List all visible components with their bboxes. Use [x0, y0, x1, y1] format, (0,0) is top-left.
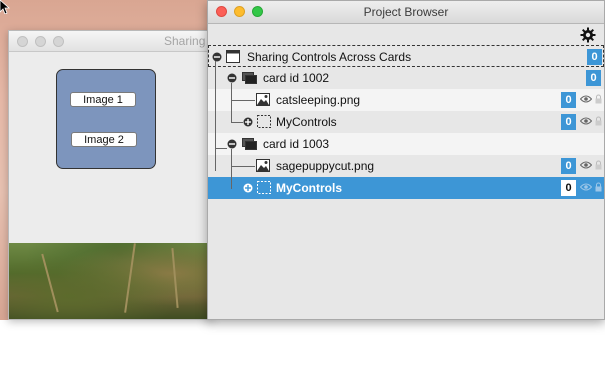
tree-connector [231, 83, 232, 123]
group-icon [257, 115, 271, 128]
child-count-badge: 0 [561, 180, 576, 196]
tree-row-mycontrols-1003[interactable]: MyControls 0 [208, 177, 604, 199]
tree-connector [231, 100, 255, 101]
group-icon [257, 181, 271, 194]
tree-row-card-1003[interactable]: card id 1003 [208, 133, 604, 155]
visibility-eye-icon[interactable] [580, 95, 592, 103]
minimize-button[interactable] [35, 36, 46, 47]
tree-connector [231, 149, 232, 189]
stack-window[interactable]: Sharing Image 1 Image 2 [8, 30, 213, 320]
project-browser-toolbar [208, 24, 604, 46]
visibility-eye-icon[interactable] [580, 161, 592, 169]
child-count-badge: 0 [586, 70, 601, 86]
lock-icon[interactable] [595, 160, 602, 170]
tree-row-label: sagepuppycut.png [276, 159, 375, 173]
tree-connector [215, 61, 216, 171]
mouse-cursor-icon [0, 0, 10, 14]
stack-window-icon [226, 50, 240, 63]
stack-window-titlebar[interactable]: Sharing [9, 31, 212, 52]
image-icon [256, 93, 270, 106]
tree-connector [215, 148, 227, 149]
tree-row-label: catsleeping.png [276, 93, 361, 107]
displayed-photo [9, 243, 212, 319]
expand-toggle-icon[interactable] [243, 117, 253, 127]
collapse-toggle-icon[interactable] [227, 73, 237, 83]
tree-row-label: Sharing Controls Across Cards [247, 50, 412, 64]
tree-row-label: card id 1003 [263, 137, 330, 151]
collapse-toggle-icon[interactable] [212, 52, 222, 62]
tree-row-label: MyControls [276, 115, 337, 129]
visibility-eye-icon[interactable] [580, 117, 592, 125]
card-stack-icon [242, 138, 257, 150]
lock-icon[interactable] [595, 94, 602, 104]
zoom-button[interactable] [53, 36, 64, 47]
gear-icon[interactable] [580, 27, 596, 43]
tree-row-mycontrols-1002[interactable]: MyControls 0 [208, 111, 604, 133]
tree-row-card-1002[interactable]: card id 1002 0 [208, 67, 604, 89]
child-count-badge: 0 [561, 158, 576, 174]
tree-connector [231, 122, 243, 123]
lock-icon[interactable] [595, 182, 602, 192]
card-stack-icon [242, 72, 257, 84]
tree-connector [231, 166, 255, 167]
collapse-toggle-icon[interactable] [227, 139, 237, 149]
child-count-badge: 0 [561, 114, 576, 130]
tree-row-sagepuppycut[interactable]: sagepuppycut.png 0 [208, 155, 604, 177]
tree-row-label: card id 1002 [263, 71, 330, 85]
project-browser-title: Project Browser [363, 5, 449, 19]
lock-icon[interactable] [595, 116, 602, 126]
visibility-eye-icon[interactable] [580, 183, 592, 191]
tree-row-label: MyControls [276, 181, 342, 195]
child-count-badge: 0 [587, 49, 602, 65]
tree-row-catsleeping[interactable]: catsleeping.png 0 [208, 89, 604, 111]
stack-window-title: Sharing [164, 34, 206, 48]
image-button-group[interactable]: Image 1 Image 2 [56, 69, 156, 169]
child-count-badge: 0 [561, 92, 576, 108]
tree-row-stack[interactable]: Sharing Controls Across Cards 0 [208, 45, 604, 67]
close-button[interactable] [17, 36, 28, 47]
project-browser-titlebar[interactable]: Project Browser [208, 1, 604, 24]
image-2-button[interactable]: Image 2 [71, 132, 137, 147]
expand-toggle-icon[interactable] [243, 183, 253, 193]
image-1-button[interactable]: Image 1 [70, 92, 136, 107]
image-icon [256, 159, 270, 172]
project-browser-window[interactable]: Project Browser Sharing Controls Across … [207, 0, 605, 320]
